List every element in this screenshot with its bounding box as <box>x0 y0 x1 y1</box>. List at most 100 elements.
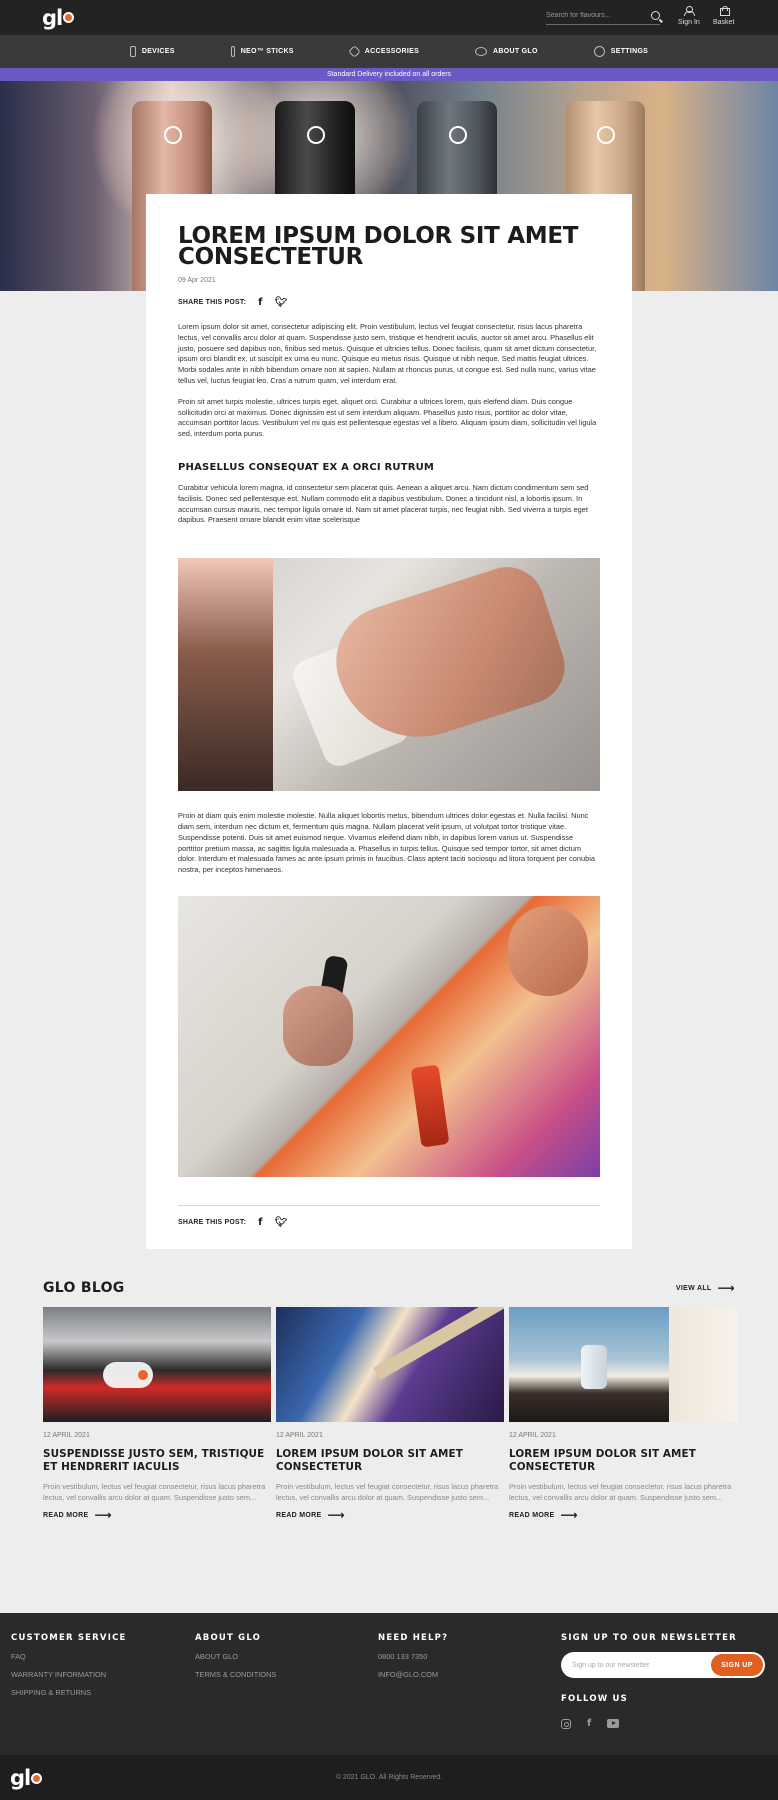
main-nav: DEVICES NEO™ STICKS ACCESSORIES ABOUT GL… <box>0 35 778 68</box>
facebook-icon[interactable]: f <box>587 1718 591 1729</box>
newsletter-form: SIGN UP <box>561 1652 765 1678</box>
share-bar-bottom: SHARE THIS POST: f 🐦︎ <box>178 1217 600 1228</box>
arrow-right-icon: ⟶ <box>94 1508 112 1522</box>
nav-item-about-glo[interactable]: ABOUT GLO <box>475 47 538 56</box>
red-device <box>410 1064 450 1148</box>
bottom-bar: gl © 2021 GLO. All Rights Reserved. <box>0 1755 778 1800</box>
glo-logo[interactable]: gl <box>42 6 75 30</box>
share-label: SHARE THIS POST: <box>178 1218 247 1226</box>
social-links: f <box>561 1718 765 1729</box>
divider <box>178 1204 600 1206</box>
arrow-right-icon: ⟶ <box>717 1281 735 1295</box>
glo-ring-icon <box>307 126 325 144</box>
footer-heading: CUSTOMER SERVICE <box>11 1633 127 1643</box>
share-bar: SHARE THIS POST: f 🐦︎ <box>178 297 600 308</box>
nav-label: ABOUT GLO <box>493 48 538 55</box>
article-image-split <box>178 895 600 1177</box>
gear-icon <box>593 46 605 57</box>
instagram-icon[interactable] <box>561 1718 571 1729</box>
accessories-icon <box>347 45 361 58</box>
blog-thumb-racecar <box>43 1307 271 1422</box>
blog-header: GLO BLOG VIEW ALL ⟶ <box>43 1280 735 1296</box>
article-paragraph: Curabitur vehicula lorem magna, id conse… <box>178 482 589 525</box>
search-box <box>546 7 660 25</box>
article-paragraph: Lorem ipsum dolor sit amet, consectetur … <box>178 322 597 385</box>
twitter-icon[interactable]: 🐦︎ <box>275 1217 288 1228</box>
nav-item-devices[interactable]: DEVICES <box>129 46 175 57</box>
blog-card-title: LOREM IPSUM DOLOR SIT AMET CONSECTETUR <box>276 1448 463 1473</box>
view-all-label: VIEW ALL <box>675 1284 712 1292</box>
basket-icon <box>719 6 730 16</box>
newsletter-input[interactable] <box>572 1661 692 1669</box>
facebook-icon[interactable]: f <box>258 1217 263 1228</box>
nav-item-accessories[interactable]: ACCESSORIES <box>347 45 420 58</box>
article-title: LOREM IPSUM DOLOR SIT AMET CONSECTETUR <box>178 223 579 270</box>
glo-logo-footer[interactable]: gl <box>10 1766 43 1790</box>
follow-heading: FOLLOW US <box>561 1694 628 1704</box>
read-more-link[interactable]: READ MORE ⟶ <box>43 1508 271 1522</box>
facebook-icon[interactable]: f <box>258 297 263 308</box>
blog-thumb-guitar <box>276 1307 504 1422</box>
copyright: © 2021 GLO. All Rights Reserved. <box>335 1774 443 1781</box>
footer: CUSTOMER SERVICE FAQ WARRANTY INFORMATIO… <box>0 1613 778 1755</box>
nav-label: DEVICES <box>141 48 175 55</box>
twitter-icon[interactable]: 🐦︎ <box>275 297 288 308</box>
read-more-link[interactable]: READ MORE ⟶ <box>276 1508 504 1522</box>
blog-card-excerpt: Proin vestibulum, lectus vel feugiat con… <box>509 1482 732 1502</box>
basket-button[interactable]: Basket <box>713 6 734 26</box>
blog-card[interactable]: 12 APRIL 2021 LOREM IPSUM DOLOR SIT AMET… <box>276 1307 504 1522</box>
sign-in-button[interactable]: Sign In <box>678 6 700 26</box>
blog-card-date: 12 APRIL 2021 <box>509 1432 556 1439</box>
read-more-label: READ MORE <box>509 1511 555 1519</box>
blog-card-excerpt: Proin vestibulum, lectus vel feugiat con… <box>276 1482 499 1502</box>
nav-item-neo-sticks[interactable]: NEO™ STICKS <box>230 46 294 57</box>
arrow-right-icon: ⟶ <box>560 1508 578 1522</box>
hand <box>283 985 353 1066</box>
blog-card-title: SUSPENDISSE JUSTO SEM, TRISTIQUE ET HEND… <box>43 1448 265 1473</box>
footer-phone[interactable]: 0800 133 7350 <box>378 1652 448 1661</box>
footer-link-faq[interactable]: FAQ <box>11 1652 127 1661</box>
footer-link-shipping[interactable]: SHIPPING & RETURNS <box>11 1688 127 1697</box>
image-frame <box>178 558 273 792</box>
read-more-link[interactable]: READ MORE ⟶ <box>509 1508 737 1522</box>
nav-item-settings[interactable]: SETTINGS <box>593 46 649 57</box>
device-icon <box>129 46 136 57</box>
blog-title: GLO BLOG <box>43 1280 125 1296</box>
footer-help: NEED HELP? 0800 133 7350 INFO@GLO.COM <box>378 1633 448 1679</box>
article-image-hand-device <box>178 558 600 792</box>
search-icon[interactable] <box>651 11 660 20</box>
footer-about: ABOUT GLO ABOUT GLO TERMS & CONDITIONS <box>195 1633 276 1679</box>
basket-label: Basket <box>713 19 735 26</box>
guitar-neck <box>373 1307 504 1381</box>
white-device <box>581 1345 607 1389</box>
blog-card[interactable]: 12 APRIL 2021 SUSPENDISSE JUSTO SEM, TRI… <box>43 1307 271 1522</box>
arrow-right-icon: ⟶ <box>327 1508 345 1522</box>
article-subheading: PHASELLUS CONSEQUAT EX A ORCI RUTRUM <box>178 461 435 473</box>
article-date: 09 Apr 2021 <box>178 277 216 284</box>
footer-link-about[interactable]: ABOUT GLO <box>195 1652 276 1661</box>
sign-up-button[interactable]: SIGN UP <box>711 1654 763 1676</box>
blog-card-date: 12 APRIL 2021 <box>43 1432 90 1439</box>
footer-email[interactable]: INFO@GLO.COM <box>378 1670 448 1679</box>
nav-label: SETTINGS <box>610 48 649 55</box>
article-paragraph: Proin at diam quis enim molestie molesti… <box>178 811 595 875</box>
search-input[interactable] <box>546 12 636 19</box>
blog-card-excerpt: Proin vestibulum, lectus vel feugiat con… <box>43 1482 266 1502</box>
glo-ring-icon <box>164 126 182 144</box>
footer-heading: NEED HELP? <box>378 1633 449 1643</box>
footer-link-warranty[interactable]: WARRANTY INFORMATION <box>11 1670 127 1679</box>
nav-label: ACCESSORIES <box>364 48 420 55</box>
blog-thumb-device-rock <box>509 1307 737 1422</box>
person-shirt <box>669 1307 737 1422</box>
footer-link-terms[interactable]: TERMS & CONDITIONS <box>195 1670 276 1679</box>
youtube-icon[interactable] <box>607 1719 620 1728</box>
sign-in-label: Sign In <box>678 19 700 26</box>
footer-heading: ABOUT GLO <box>195 1633 262 1643</box>
view-all-link[interactable]: VIEW ALL ⟶ <box>676 1281 735 1295</box>
blog-card[interactable]: 12 APRIL 2021 LOREM IPSUM DOLOR SIT AMET… <box>509 1307 737 1522</box>
article-paragraph: Proin sit amet turpis molestie, ultrices… <box>178 396 597 439</box>
read-more-label: READ MORE <box>43 1511 89 1519</box>
blog-section: GLO BLOG VIEW ALL ⟶ 12 APRIL 2021 SUSPEND… <box>43 1280 737 1522</box>
promo-banner: Standard Delivery included on all orders <box>0 68 778 81</box>
blog-card-date: 12 APRIL 2021 <box>276 1432 323 1439</box>
